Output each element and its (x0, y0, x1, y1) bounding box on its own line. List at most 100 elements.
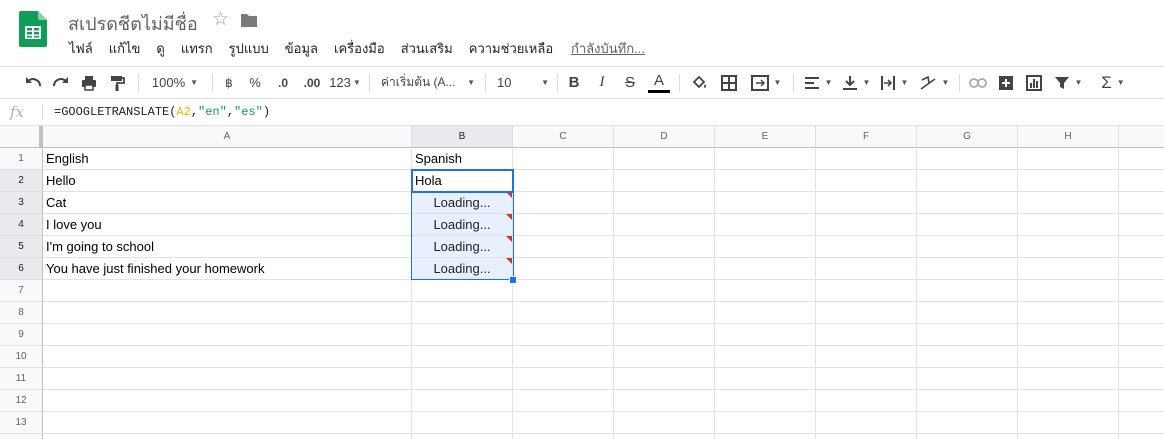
empty-cell[interactable] (917, 258, 1018, 280)
zoom-select[interactable]: 100% ▼ (146, 67, 204, 98)
fill-handle[interactable] (509, 276, 517, 284)
paint-format-icon[interactable] (106, 67, 128, 98)
menu-insert[interactable]: แทรก (180, 38, 214, 56)
empty-cell[interactable] (715, 280, 816, 302)
empty-cell[interactable] (1018, 434, 1119, 439)
empty-cell[interactable] (513, 214, 614, 236)
menu-data[interactable]: ข้อมูล (284, 38, 319, 56)
empty-cell[interactable] (614, 258, 715, 280)
empty-cell[interactable] (513, 346, 614, 368)
strikethrough-button[interactable]: S (620, 67, 640, 98)
row-header-4[interactable]: 4 (0, 214, 43, 236)
empty-cell[interactable] (513, 390, 614, 412)
font-size-select[interactable]: 10 ▼ (497, 67, 549, 98)
empty-cell[interactable] (1018, 148, 1119, 170)
cell-a6[interactable]: You have just finished your homework (43, 258, 412, 280)
row-header-9[interactable]: 9 (0, 324, 43, 346)
empty-cell[interactable] (917, 214, 1018, 236)
insert-chart-icon[interactable] (1023, 67, 1045, 98)
column-header-d[interactable]: D (614, 126, 715, 148)
borders-icon[interactable] (718, 67, 740, 98)
empty-cell[interactable] (1119, 434, 1164, 439)
empty-cell[interactable] (816, 280, 917, 302)
empty-cell[interactable] (715, 258, 816, 280)
menu-file[interactable]: ไฟล์ (68, 38, 94, 56)
empty-cell[interactable] (614, 236, 715, 258)
empty-cell[interactable] (715, 302, 816, 324)
empty-cell[interactable] (513, 324, 614, 346)
row-header-11[interactable]: 11 (0, 368, 43, 390)
empty-cell[interactable] (43, 324, 412, 346)
column-header-c[interactable]: C (513, 126, 614, 148)
empty-cell[interactable] (513, 302, 614, 324)
empty-cell[interactable] (917, 434, 1018, 439)
empty-cell[interactable] (412, 346, 513, 368)
bold-button[interactable]: B (564, 67, 584, 98)
sheets-logo-icon[interactable] (19, 11, 47, 47)
empty-cell[interactable] (917, 280, 1018, 302)
empty-cell[interactable] (1018, 324, 1119, 346)
column-header-f[interactable]: F (816, 126, 917, 148)
star-icon[interactable]: ☆ (212, 8, 229, 31)
font-family-select[interactable]: ค่าเริ่มต้น (A... ▼ (381, 67, 475, 98)
saving-status[interactable]: กำลังบันทึก... (571, 38, 645, 59)
empty-cell[interactable] (1018, 214, 1119, 236)
column-header-h[interactable]: H (1018, 126, 1119, 148)
empty-cell[interactable] (412, 302, 513, 324)
empty-cell[interactable] (614, 214, 715, 236)
document-title[interactable]: สเปรดชีตไม่มีชื่อ (68, 9, 198, 38)
more-formats-select[interactable]: 123 ▼ (328, 67, 362, 98)
functions-icon[interactable]: Σ ▼ (1096, 67, 1130, 98)
empty-cell[interactable] (1119, 148, 1164, 170)
column-header-g[interactable]: G (917, 126, 1018, 148)
empty-cell[interactable] (1018, 412, 1119, 434)
empty-cell[interactable] (1119, 192, 1164, 214)
empty-cell[interactable] (614, 412, 715, 434)
empty-cell[interactable] (412, 280, 513, 302)
column-header-e[interactable]: E (715, 126, 816, 148)
cell-a1[interactable]: English (43, 148, 412, 170)
empty-cell[interactable] (1119, 324, 1164, 346)
empty-cell[interactable] (917, 236, 1018, 258)
empty-cell[interactable] (917, 390, 1018, 412)
empty-cell[interactable] (816, 258, 917, 280)
vertical-align-icon[interactable]: ▼ (840, 67, 872, 98)
cell-a5[interactable]: I'm going to school (43, 236, 412, 258)
empty-cell[interactable] (614, 170, 715, 192)
empty-cell[interactable] (715, 324, 816, 346)
currency-format-button[interactable]: ฿ (219, 67, 239, 98)
increase-decimal-button[interactable]: .00 (299, 67, 325, 98)
empty-cell[interactable] (513, 280, 614, 302)
empty-cell[interactable] (715, 368, 816, 390)
text-color-button[interactable]: A (647, 67, 671, 98)
empty-cell[interactable] (412, 412, 513, 434)
column-header-b[interactable]: B (412, 126, 513, 148)
menu-addons[interactable]: ส่วนเสริม (400, 38, 454, 56)
empty-cell[interactable] (816, 324, 917, 346)
empty-cell[interactable] (43, 390, 412, 412)
menu-edit[interactable]: แก้ไข (108, 38, 142, 56)
empty-cell[interactable] (614, 434, 715, 439)
empty-cell[interactable] (816, 170, 917, 192)
row-header-8[interactable]: 8 (0, 302, 43, 324)
cell-b3[interactable]: Loading... (412, 192, 513, 214)
empty-cell[interactable] (1018, 280, 1119, 302)
cell-a2[interactable]: Hello (43, 170, 412, 192)
empty-cell[interactable] (816, 368, 917, 390)
menu-tools[interactable]: เครื่องมือ (333, 38, 386, 56)
empty-cell[interactable] (614, 390, 715, 412)
empty-cell[interactable] (816, 346, 917, 368)
empty-cell[interactable] (1119, 280, 1164, 302)
insert-comment-icon[interactable] (995, 67, 1017, 98)
empty-cell[interactable] (1119, 302, 1164, 324)
empty-cell[interactable] (513, 368, 614, 390)
empty-cell[interactable] (513, 170, 614, 192)
empty-cell[interactable] (1018, 170, 1119, 192)
empty-cell[interactable] (1119, 170, 1164, 192)
row-header-14[interactable]: 14 (0, 434, 43, 439)
cell-a4[interactable]: I love you (43, 214, 412, 236)
empty-cell[interactable] (614, 148, 715, 170)
menu-view[interactable]: ดู (155, 38, 165, 56)
empty-cell[interactable] (513, 236, 614, 258)
empty-cell[interactable] (43, 412, 412, 434)
